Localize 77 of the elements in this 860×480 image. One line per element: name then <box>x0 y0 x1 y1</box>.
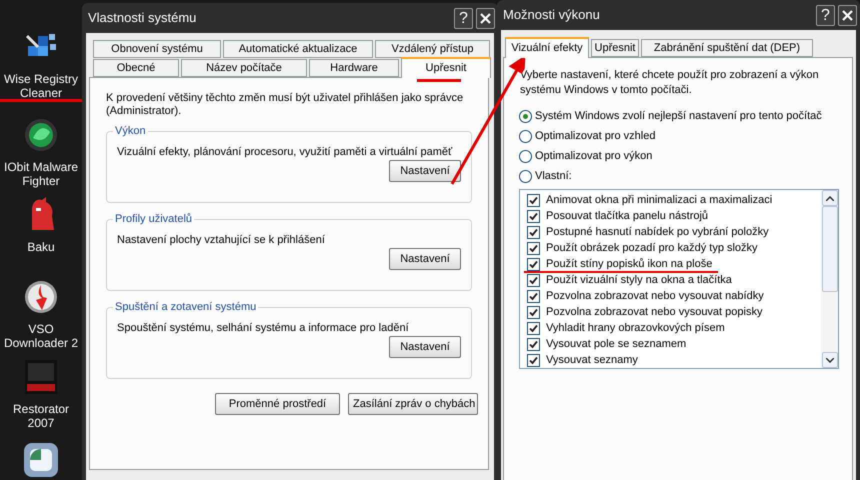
checkbox-label: Vyhladit hrany obrazovkových písem <box>546 322 725 334</box>
checkbox[interactable] <box>527 290 540 302</box>
orb-icon[interactable] <box>24 118 58 152</box>
scroll-thumb[interactable] <box>822 206 838 292</box>
tab[interactable]: Obnovení systému <box>93 40 221 58</box>
tab[interactable]: Hardware <box>309 59 399 77</box>
underline <box>417 79 461 82</box>
icon-label[interactable]: Wise Registry Cleaner <box>1 72 81 100</box>
description-text: Vyberte nastavení, které chcete použít pro zobrazení a výkon systému Windows v tomto počítači. <box>519 68 819 98</box>
group-title: Profily uživatelů <box>114 212 194 227</box>
tab[interactable]: Vizuální efekty <box>505 37 589 58</box>
settings-button[interactable]: Nastavení <box>389 248 461 270</box>
environment-button[interactable]: Proměnné prostředí <box>215 393 340 415</box>
radio-label: Optimalizovat pro vzhled <box>535 128 656 144</box>
scroll-down-button[interactable] <box>822 352 838 368</box>
radio-button[interactable] <box>519 150 532 162</box>
checkbox-label: Postupné hasnutí nabídek po vybrání položky <box>546 226 769 238</box>
tab[interactable]: Automatické aktualizace <box>223 40 373 58</box>
checkbox-label: Pozvolna zobrazovat nebo vysouvat nabídky <box>546 290 764 302</box>
tab[interactable]: Vzdálený přístup <box>375 40 490 58</box>
icon-label[interactable]: Restorator 2007 <box>1 402 81 430</box>
checkbox-label: Vysouvat pole se seznamem <box>546 338 686 350</box>
dark-block-icon[interactable] <box>25 360 57 394</box>
checkbox-label: Použít vizuální styly na okna a tlačítka <box>546 274 732 286</box>
checkbox[interactable] <box>527 322 540 334</box>
icon-label[interactable]: IObit Malware Fighter <box>1 160 81 188</box>
checkbox-label: Posouvat tlačítka panelu nástrojů <box>546 210 708 222</box>
help-button[interactable]: ? <box>454 8 473 28</box>
close-icon <box>841 8 854 22</box>
caret-up-icon <box>826 196 834 200</box>
tab[interactable]: Název počítače <box>181 59 307 77</box>
tab[interactable]: Obecné <box>93 59 179 77</box>
group-description: Vizuální efekty, plánování procesoru, využití paměti a virtuální paměť <box>117 144 454 160</box>
radio-button[interactable] <box>519 170 532 182</box>
checkbox[interactable] <box>527 354 540 366</box>
radio-label: Systém Windows zvolí nejlepší nastavení pro tento počítač <box>535 108 822 124</box>
checkbox-label: Pozvolna zobrazovat nebo vysouvat popisky <box>546 306 762 318</box>
scroll-up-button[interactable] <box>822 190 838 206</box>
group-description: Nastavení plochy vztahující se k přihlášení <box>117 232 326 248</box>
group-title: Spuštění a zotavení systému <box>114 300 258 315</box>
intro-text: K provedení většiny těchto změn musí být uživatel přihlášen jako správce (Administrator). <box>106 92 464 118</box>
radio-button[interactable] <box>519 130 532 142</box>
checkbox[interactable] <box>527 194 540 206</box>
checkbox-label: Použít stíny popisků ikon na ploše <box>546 258 712 270</box>
error-reporting-button[interactable]: Zasílání zpráv o chybách <box>348 393 478 415</box>
icon-label[interactable]: VSO Downloader 2 <box>1 322 81 350</box>
checkbox[interactable] <box>527 210 540 222</box>
group-title: Výkon <box>114 124 147 139</box>
checkbox-label: Vysouvat seznamy <box>546 354 638 366</box>
window-title: Možnosti výkonu <box>503 6 600 24</box>
icon-label[interactable]: Baku <box>1 240 81 254</box>
close-button[interactable] <box>838 4 857 26</box>
tab[interactable]: Zabránění spuštění dat (DEP) <box>641 39 813 57</box>
close-icon <box>479 12 492 24</box>
checkbox[interactable] <box>527 338 540 350</box>
radio-label: Vlastní: <box>535 168 572 184</box>
caret-down-icon <box>826 358 834 362</box>
settings-button[interactable]: Nastavení <box>389 336 461 358</box>
checkbox-label: Použít obrázek pozadí pro každý typ složky <box>546 242 758 254</box>
settings-button[interactable]: Nastavení <box>389 160 461 182</box>
checkbox[interactable] <box>527 258 540 270</box>
tab[interactable]: Upřesnit <box>401 57 491 78</box>
close-button[interactable] <box>476 8 495 28</box>
rounded-square-icon[interactable] <box>23 442 59 478</box>
window-title: Vlastnosti systému <box>88 9 196 28</box>
radio-button[interactable] <box>519 110 532 122</box>
group-description: Spouštění systému, selhání systému a informace pro ladění <box>117 320 410 336</box>
scrollbar[interactable] <box>821 190 838 368</box>
checkbox[interactable] <box>527 274 540 286</box>
help-button[interactable]: ? <box>816 4 835 26</box>
disc-icon[interactable] <box>24 280 58 314</box>
tab[interactable]: Upřesnit <box>591 39 639 57</box>
radio-label: Optimalizovat pro výkon <box>535 148 652 164</box>
checkbox[interactable] <box>527 306 540 318</box>
checkbox[interactable] <box>527 242 540 254</box>
checkbox-label: Animovat okna při minimalizaci a maximalizaci <box>546 194 772 206</box>
checkbox[interactable] <box>527 226 540 238</box>
